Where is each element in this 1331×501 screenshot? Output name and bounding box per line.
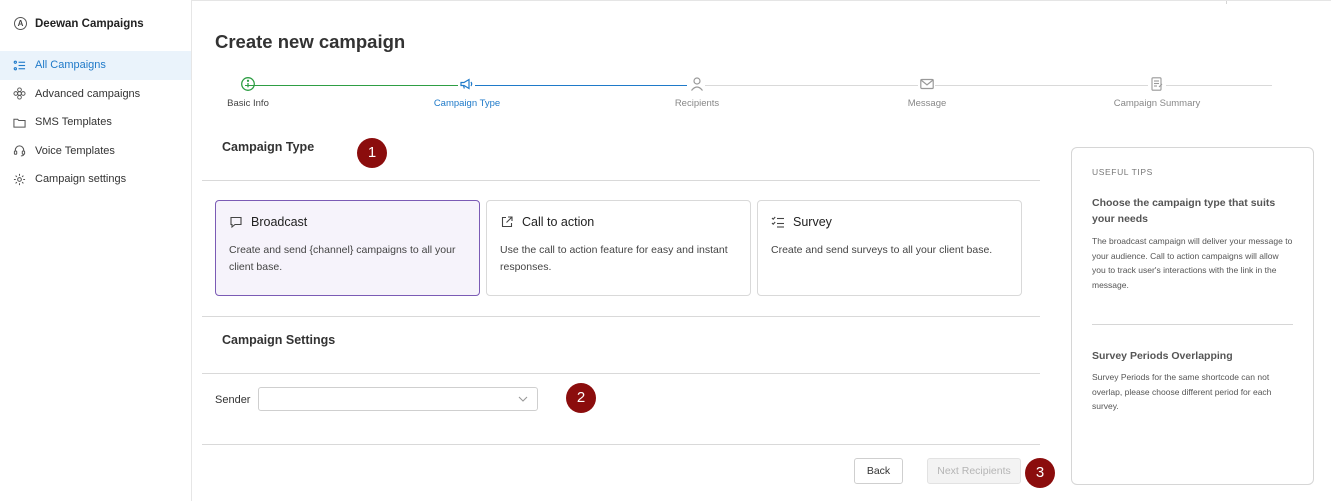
settings-icon: [13, 173, 26, 185]
card-description: Use the call to action feature for easy …: [500, 244, 728, 273]
sidebar-item-label: Advanced campaigns: [35, 87, 141, 100]
tips-divider: [1092, 324, 1293, 325]
chat-bubble-icon: [230, 216, 242, 229]
divider: [202, 180, 1040, 181]
sidebar-nav: All Campaigns Advanced campaigns SMS Tem…: [0, 51, 191, 194]
tips-header: USEFUL TIPS: [1092, 167, 1153, 177]
card-description: Create and send surveys to all your clie…: [771, 244, 993, 256]
divider: [202, 444, 1040, 445]
person-icon: [691, 77, 703, 91]
sidebar-item-campaign-settings[interactable]: Campaign settings: [0, 165, 191, 194]
step-basic-info[interactable]: Basic Info: [188, 76, 308, 109]
brand-title: Deewan Campaigns: [35, 17, 144, 30]
sidebar-item-label: SMS Templates: [35, 116, 112, 129]
step-message[interactable]: Message: [867, 76, 987, 109]
step-label: Basic Info: [227, 98, 269, 109]
folder-icon: [13, 118, 26, 128]
campaign-type-card-survey[interactable]: Survey Create and send surveys to all yo…: [757, 200, 1022, 296]
card-title: Call to action: [522, 215, 595, 229]
divider: [202, 316, 1040, 317]
top-border: [0, 0, 1331, 4]
external-link-icon: [501, 216, 513, 228]
tip-body: The broadcast campaign will deliver your…: [1092, 236, 1293, 290]
chevron-down-icon: [518, 396, 528, 402]
checklist-icon: [771, 216, 784, 228]
step-label: Campaign Type: [433, 98, 501, 109]
campaign-type-card-broadcast[interactable]: Broadcast Create and send {channel} camp…: [215, 200, 480, 296]
step-label: Recipients: [674, 98, 720, 109]
brand[interactable]: A Deewan Campaigns: [14, 17, 144, 30]
step-recipients[interactable]: Recipients: [637, 76, 757, 109]
annotation-badge-1: 1: [357, 138, 387, 168]
tip-body: Survey Periods for the same shortcode ca…: [1092, 372, 1272, 411]
sidebar-item-all-campaigns[interactable]: All Campaigns: [0, 51, 191, 80]
headset-icon: [13, 145, 26, 157]
page-title: Create new campaign: [215, 31, 406, 52]
megaphone-icon: [460, 78, 473, 90]
sidebar-item-label: Voice Templates: [35, 144, 115, 157]
sidebar-item-label: Campaign settings: [35, 173, 127, 186]
list-icon: [13, 60, 26, 71]
sender-label: Sender: [215, 394, 251, 406]
campaign-type-title: Campaign Type: [222, 140, 315, 154]
useful-tips-panel: USEFUL TIPS Choose the campaign type tha…: [1071, 147, 1314, 485]
step-campaign-type[interactable]: Campaign Type: [407, 76, 527, 109]
next-recipients-button[interactable]: Next Recipients: [927, 458, 1021, 484]
campaign-settings-title: Campaign Settings: [222, 333, 336, 347]
sender-select[interactable]: [258, 387, 538, 411]
brand-logo-icon: A: [14, 17, 27, 30]
sidebar-item-advanced-campaigns[interactable]: Advanced campaigns: [0, 80, 191, 109]
sidebar-item-sms-templates[interactable]: SMS Templates: [0, 108, 191, 137]
step-label: Campaign Summary: [1113, 98, 1201, 109]
sidebar-item-label: All Campaigns: [35, 59, 106, 72]
campaign-type-card-call-to-action[interactable]: Call to action Use the call to action fe…: [486, 200, 751, 296]
step-label: Message: [907, 98, 947, 109]
top-divider-tick: [1226, 1, 1227, 4]
progress-stepper: Basic Info Campaign Type Recipients Mess…: [200, 72, 1290, 117]
sidebar: A Deewan Campaigns All Campaigns Advance…: [0, 0, 192, 501]
card-title: Survey: [793, 215, 832, 229]
document-icon: [1151, 77, 1163, 91]
back-button[interactable]: Back: [854, 458, 903, 484]
tip-title: Choose the campaign type that suits your…: [1092, 197, 1276, 225]
info-check-icon: [241, 77, 255, 91]
card-title: Broadcast: [251, 215, 308, 229]
tip-title: Survey Periods Overlapping: [1092, 350, 1233, 362]
annotation-badge-3: 3: [1025, 458, 1055, 488]
step-campaign-summary[interactable]: Campaign Summary: [1097, 76, 1217, 109]
gear-flower-icon: [13, 87, 26, 100]
annotation-badge-2: 2: [566, 383, 596, 413]
card-description: Create and send {channel} campaigns to a…: [229, 244, 456, 273]
divider: [202, 373, 1040, 374]
envelope-icon: [920, 78, 934, 90]
sidebar-item-voice-templates[interactable]: Voice Templates: [0, 137, 191, 166]
